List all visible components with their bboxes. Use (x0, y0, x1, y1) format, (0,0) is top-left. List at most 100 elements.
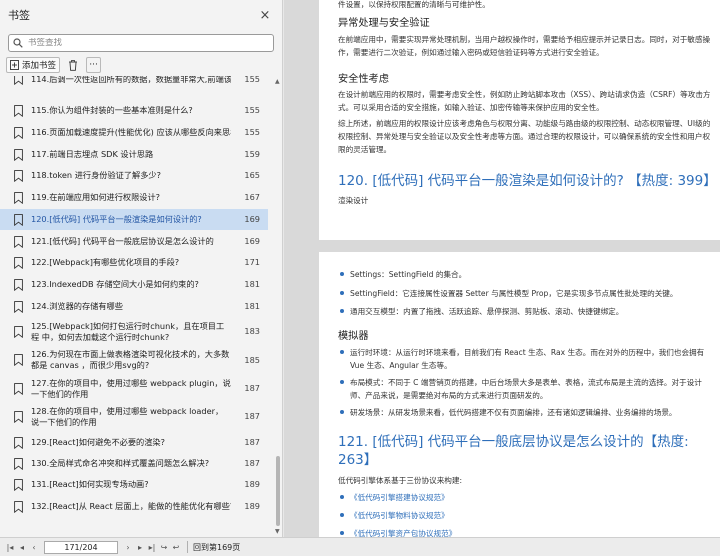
divider (187, 541, 188, 553)
bookmark-page-number: 181 (244, 279, 260, 289)
prev-page-icon[interactable]: ◂ (16, 543, 28, 552)
scroll-up-arrow-icon[interactable]: ▲ (275, 78, 280, 85)
link-text[interactable]: 《低代码引擎搭建协议规范》 (350, 493, 449, 502)
bookmark-item[interactable]: 115.你认为组件封装的一些基本准则是什么? 155 (0, 100, 268, 121)
bookmark-page-number: 167 (244, 192, 260, 202)
bookmark-icon (14, 126, 23, 139)
scroll-down-arrow-icon[interactable]: ▼ (275, 528, 280, 535)
bookmark-item[interactable]: 116.页面加载速度提升(性能优化) 应该从哪些反向来思考? 155 (0, 122, 268, 143)
bookmark-item[interactable]: 128.在你的项目中，使用过哪些 webpack loader，说一下他们的作用… (0, 403, 268, 430)
section-heading: 模拟器 (338, 331, 369, 342)
page-number-input[interactable]: 171/204 (44, 540, 118, 554)
bookmark-icon (14, 500, 23, 513)
bookmark-label: 128.在你的项目中，使用过哪些 webpack loader，说一下他们的作用 (31, 405, 224, 427)
bookmark-page-number: 159 (244, 149, 260, 159)
bookmark-label: 119.在前端应用如何进行权限设计? (31, 192, 161, 202)
bullet-item: 通用交互模型：内置了拖拽、活跃追踪、悬停探测、剪贴板、滚动、快捷键绑定。 (340, 305, 712, 318)
delete-bookmark-button[interactable] (64, 57, 82, 73)
bookmark-label: 125.[Webpack]如何打包运行时chunk，且在项目工程 中，如何去加载… (31, 320, 225, 342)
document-page: 件设置，以保持权限配置的清晰与可维护性。 异常处理与安全验证 在前端应用中，需要… (319, 0, 720, 240)
bookmark-label: 120.[低代码] 代码平台一般渲染是如何设计的? (31, 214, 202, 224)
bullet-item: Settings：SettingField 的集合。 (340, 268, 712, 281)
sidebar-scrollbar[interactable]: ▲ ▼ (273, 76, 282, 537)
bookmark-item[interactable]: 123.IndexedDB 存储空间大小是如何约束的? 181 (0, 274, 268, 295)
bookmark-label: 118.token 进行身份验证了解多少? (31, 170, 161, 180)
bookmark-label: 123.IndexedDB 存储空间大小是如何约束的? (31, 279, 199, 289)
bookmark-item[interactable]: 121.[低代码] 代码平台一般底层协议是怎么设计的 169 (0, 231, 268, 252)
bookmark-page-number: 155 (244, 105, 260, 115)
paragraph: 渲染设计 (338, 196, 369, 205)
bookmark-page-number: 185 (244, 354, 260, 365)
bookmark-page-number: 187 (244, 411, 260, 421)
document-viewer[interactable]: 件设置，以保持权限配置的清晰与可维护性。 异常处理与安全验证 在前端应用中，需要… (284, 0, 720, 537)
link-item[interactable]: 《低代码引擎物料协议规范》 (340, 509, 712, 522)
bookmark-sidebar: 书签 × 添加书签 (0, 0, 283, 537)
question-heading: 121. [低代码] 代码平台一般底层协议是怎么设计的【热度: 263】 (338, 434, 689, 468)
bookmark-icon (14, 256, 23, 269)
back-icon[interactable]: ↩ (170, 543, 182, 552)
status-bar: |◂ ◂ ‹ 171/204 › ▸ ▸| ↪ ↩ 回到第169页 (0, 537, 720, 556)
bookmark-icon (14, 354, 23, 366)
link-item[interactable]: 《低代码引擎资产包协议规范》 (340, 527, 712, 537)
bookmark-item[interactable]: 122.[Webpack]有哪些优化项目的手段? 171 (0, 252, 268, 273)
bookmark-label: 122.[Webpack]有哪些优化项目的手段? (31, 257, 180, 267)
link-text[interactable]: 《低代码引擎物料协议规范》 (350, 511, 449, 520)
paragraph: 低代码引擎体系基于三份协议来构建: (338, 476, 463, 485)
bookmark-icon (14, 300, 23, 313)
back-to-page-link[interactable]: 回到第169页 (193, 542, 240, 553)
more-options-button[interactable]: ··· (86, 57, 102, 73)
bookmark-item[interactable]: 119.在前端应用如何进行权限设计? 167 (0, 187, 268, 208)
add-bookmark-button[interactable]: 添加书签 (6, 57, 61, 73)
bookmark-item[interactable]: 131.[React]如何实现专场动画? 189 (0, 474, 268, 495)
bookmark-item[interactable]: 127.在你的项目中，使用过哪些 webpack plugin，说一下他们的作用… (0, 375, 268, 402)
prev-step-icon[interactable]: ‹ (28, 543, 40, 552)
bookmark-toolbar: 添加书签 ··· (6, 57, 102, 73)
bookmark-label: 127.在你的项目中，使用过哪些 webpack plugin，说一下他们的作用 (31, 377, 231, 399)
bookmark-page-number: 155 (244, 76, 260, 84)
next-page-icon[interactable]: ▸ (134, 543, 146, 552)
bookmark-item[interactable]: 125.[Webpack]如何打包运行时chunk，且在项目工程 中，如何去加载… (0, 318, 268, 345)
bookmark-label: 117.前端日志埋点 SDK 设计思路 (31, 149, 154, 159)
bookmark-search-input[interactable] (28, 38, 258, 48)
next-step-icon[interactable]: › (122, 543, 134, 552)
bookmark-label: 124.浏览器的存储有哪些 (31, 301, 123, 311)
sidebar-title: 书签 (8, 9, 30, 22)
bookmark-label: 132.[React]从 React 层面上，能做的性能优化有哪些? (31, 501, 231, 511)
search-icon (13, 38, 23, 48)
forward-icon[interactable]: ↪ (158, 543, 170, 552)
bookmark-label: 129.[React]如何避免不必要的渲染? (31, 437, 165, 447)
bookmark-search-field[interactable] (8, 34, 274, 52)
bullet-item: SettingField：它连接属性设置器 Setter 与属性模型 Prop，… (340, 287, 712, 300)
bookmark-page-number: 171 (244, 257, 260, 267)
bookmark-item[interactable]: 132.[React]从 React 层面上，能做的性能优化有哪些? 189 (0, 496, 268, 517)
bookmark-icon (14, 191, 23, 204)
bookmark-icon (14, 104, 23, 117)
last-page-icon[interactable]: ▸| (146, 543, 158, 552)
bookmark-item[interactable]: 117.前端日志埋点 SDK 设计思路 159 (0, 144, 268, 165)
close-icon[interactable]: × (258, 8, 272, 23)
bookmark-item[interactable]: 120.[低代码] 代码平台一般渲染是如何设计的? 169 (0, 209, 268, 230)
bookmark-page-number: 187 (244, 458, 260, 468)
sidebar-header: 书签 × (0, 0, 282, 30)
add-bookmark-icon (10, 60, 19, 70)
bookmark-page-number: 169 (244, 236, 260, 246)
sidebar-scroll-thumb[interactable] (276, 456, 280, 526)
bookmark-label: 131.[React]如何实现专场动画? (31, 479, 149, 489)
bookmark-item[interactable]: 130.全局样式命名冲突和样式覆盖问题怎么解决? 187 (0, 453, 268, 474)
section-heading: 安全性考虑 (338, 74, 389, 85)
bookmark-item[interactable]: 126.为何现在市面上做表格渲染可视化技术的，大多数都是 canvas ，而很少… (0, 346, 268, 374)
bookmark-label: 126.为何现在市面上做表格渲染可视化技术的，大多数都是 canvas ，而很少… (31, 349, 230, 370)
trash-icon (69, 59, 78, 71)
bookmark-item[interactable]: 118.token 进行身份验证了解多少? 165 (0, 165, 268, 186)
bookmark-item[interactable]: 114.后调一次性返回所有的数据，数据量非常大,前端该如何处理? 155 (0, 76, 268, 90)
bookmark-icon (14, 382, 23, 395)
link-item[interactable]: 《低代码引擎搭建协议规范》 (340, 491, 712, 504)
bookmark-icon (14, 76, 23, 85)
link-text[interactable]: 《低代码引擎资产包协议规范》 (350, 529, 456, 537)
bookmark-label: 121.[低代码] 代码平台一般底层协议是怎么设计的 (31, 236, 214, 246)
bookmark-item[interactable]: 129.[React]如何避免不必要的渲染? 187 (0, 432, 268, 453)
bookmark-list: 114.后调一次性返回所有的数据，数据量非常大,前端该如何处理?155 115.你… (0, 76, 272, 537)
bookmark-item[interactable]: 124.浏览器的存储有哪些 181 (0, 296, 268, 317)
first-page-icon[interactable]: |◂ (4, 543, 16, 552)
bullet-item: 研发场景：从研发场景来看，低代码搭建不仅有页面编排，还有诸如逻辑编排、业务编排的… (340, 406, 712, 419)
